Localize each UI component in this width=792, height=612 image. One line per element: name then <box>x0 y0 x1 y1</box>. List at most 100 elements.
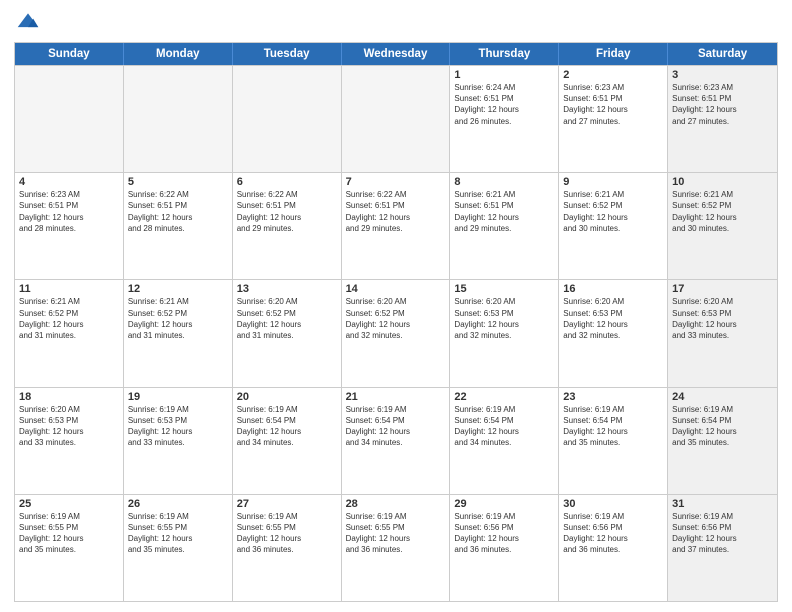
day-info: Sunrise: 6:19 AM Sunset: 6:54 PM Dayligh… <box>346 404 446 449</box>
calendar-cell: 3Sunrise: 6:23 AM Sunset: 6:51 PM Daylig… <box>668 66 777 172</box>
day-info: Sunrise: 6:22 AM Sunset: 6:51 PM Dayligh… <box>128 189 228 234</box>
calendar-cell: 4Sunrise: 6:23 AM Sunset: 6:51 PM Daylig… <box>15 173 124 279</box>
day-number: 15 <box>454 283 554 295</box>
day-info: Sunrise: 6:24 AM Sunset: 6:51 PM Dayligh… <box>454 82 554 127</box>
day-info: Sunrise: 6:20 AM Sunset: 6:52 PM Dayligh… <box>237 296 337 341</box>
day-number: 3 <box>672 69 773 81</box>
calendar-cell: 25Sunrise: 6:19 AM Sunset: 6:55 PM Dayli… <box>15 495 124 601</box>
day-info: Sunrise: 6:19 AM Sunset: 6:56 PM Dayligh… <box>563 511 663 556</box>
day-number: 12 <box>128 283 228 295</box>
calendar-row-2: 4Sunrise: 6:23 AM Sunset: 6:51 PM Daylig… <box>15 172 777 279</box>
calendar-cell <box>342 66 451 172</box>
calendar-cell: 16Sunrise: 6:20 AM Sunset: 6:53 PM Dayli… <box>559 280 668 386</box>
day-info: Sunrise: 6:19 AM Sunset: 6:54 PM Dayligh… <box>563 404 663 449</box>
day-number: 4 <box>19 176 119 188</box>
day-number: 11 <box>19 283 119 295</box>
calendar-cell: 26Sunrise: 6:19 AM Sunset: 6:55 PM Dayli… <box>124 495 233 601</box>
day-number: 21 <box>346 391 446 403</box>
day-number: 31 <box>672 498 773 510</box>
day-info: Sunrise: 6:20 AM Sunset: 6:53 PM Dayligh… <box>672 296 773 341</box>
day-number: 20 <box>237 391 337 403</box>
day-number: 9 <box>563 176 663 188</box>
day-info: Sunrise: 6:20 AM Sunset: 6:53 PM Dayligh… <box>19 404 119 449</box>
calendar-cell: 27Sunrise: 6:19 AM Sunset: 6:55 PM Dayli… <box>233 495 342 601</box>
page-header <box>14 10 778 34</box>
day-number: 7 <box>346 176 446 188</box>
calendar: SundayMondayTuesdayWednesdayThursdayFrid… <box>14 42 778 602</box>
day-info: Sunrise: 6:19 AM Sunset: 6:54 PM Dayligh… <box>237 404 337 449</box>
header-cell-thursday: Thursday <box>450 43 559 65</box>
calendar-cell: 31Sunrise: 6:19 AM Sunset: 6:56 PM Dayli… <box>668 495 777 601</box>
day-info: Sunrise: 6:19 AM Sunset: 6:55 PM Dayligh… <box>237 511 337 556</box>
day-number: 29 <box>454 498 554 510</box>
day-number: 23 <box>563 391 663 403</box>
header-cell-saturday: Saturday <box>668 43 777 65</box>
calendar-header: SundayMondayTuesdayWednesdayThursdayFrid… <box>15 43 777 65</box>
header-cell-tuesday: Tuesday <box>233 43 342 65</box>
day-info: Sunrise: 6:23 AM Sunset: 6:51 PM Dayligh… <box>563 82 663 127</box>
day-info: Sunrise: 6:21 AM Sunset: 6:52 PM Dayligh… <box>128 296 228 341</box>
day-info: Sunrise: 6:21 AM Sunset: 6:51 PM Dayligh… <box>454 189 554 234</box>
calendar-cell: 7Sunrise: 6:22 AM Sunset: 6:51 PM Daylig… <box>342 173 451 279</box>
day-info: Sunrise: 6:19 AM Sunset: 6:54 PM Dayligh… <box>672 404 773 449</box>
day-info: Sunrise: 6:22 AM Sunset: 6:51 PM Dayligh… <box>346 189 446 234</box>
logo-icon <box>16 10 40 34</box>
day-info: Sunrise: 6:19 AM Sunset: 6:55 PM Dayligh… <box>128 511 228 556</box>
calendar-cell <box>15 66 124 172</box>
calendar-cell: 6Sunrise: 6:22 AM Sunset: 6:51 PM Daylig… <box>233 173 342 279</box>
calendar-cell: 8Sunrise: 6:21 AM Sunset: 6:51 PM Daylig… <box>450 173 559 279</box>
day-info: Sunrise: 6:19 AM Sunset: 6:56 PM Dayligh… <box>672 511 773 556</box>
calendar-cell: 23Sunrise: 6:19 AM Sunset: 6:54 PM Dayli… <box>559 388 668 494</box>
day-number: 5 <box>128 176 228 188</box>
day-info: Sunrise: 6:23 AM Sunset: 6:51 PM Dayligh… <box>672 82 773 127</box>
day-info: Sunrise: 6:23 AM Sunset: 6:51 PM Dayligh… <box>19 189 119 234</box>
calendar-row-3: 11Sunrise: 6:21 AM Sunset: 6:52 PM Dayli… <box>15 279 777 386</box>
header-cell-sunday: Sunday <box>15 43 124 65</box>
day-number: 18 <box>19 391 119 403</box>
day-number: 25 <box>19 498 119 510</box>
day-info: Sunrise: 6:21 AM Sunset: 6:52 PM Dayligh… <box>563 189 663 234</box>
day-info: Sunrise: 6:19 AM Sunset: 6:54 PM Dayligh… <box>454 404 554 449</box>
page-container: SundayMondayTuesdayWednesdayThursdayFrid… <box>0 0 792 612</box>
calendar-cell: 18Sunrise: 6:20 AM Sunset: 6:53 PM Dayli… <box>15 388 124 494</box>
day-number: 27 <box>237 498 337 510</box>
day-number: 26 <box>128 498 228 510</box>
day-number: 13 <box>237 283 337 295</box>
day-number: 8 <box>454 176 554 188</box>
calendar-cell: 12Sunrise: 6:21 AM Sunset: 6:52 PM Dayli… <box>124 280 233 386</box>
logo <box>14 10 40 34</box>
day-number: 6 <box>237 176 337 188</box>
day-info: Sunrise: 6:20 AM Sunset: 6:53 PM Dayligh… <box>454 296 554 341</box>
calendar-cell: 1Sunrise: 6:24 AM Sunset: 6:51 PM Daylig… <box>450 66 559 172</box>
header-cell-wednesday: Wednesday <box>342 43 451 65</box>
day-info: Sunrise: 6:21 AM Sunset: 6:52 PM Dayligh… <box>19 296 119 341</box>
day-number: 17 <box>672 283 773 295</box>
calendar-cell: 22Sunrise: 6:19 AM Sunset: 6:54 PM Dayli… <box>450 388 559 494</box>
calendar-body: 1Sunrise: 6:24 AM Sunset: 6:51 PM Daylig… <box>15 65 777 601</box>
calendar-cell <box>124 66 233 172</box>
calendar-cell: 15Sunrise: 6:20 AM Sunset: 6:53 PM Dayli… <box>450 280 559 386</box>
calendar-cell: 2Sunrise: 6:23 AM Sunset: 6:51 PM Daylig… <box>559 66 668 172</box>
day-number: 10 <box>672 176 773 188</box>
header-cell-monday: Monday <box>124 43 233 65</box>
day-number: 24 <box>672 391 773 403</box>
header-cell-friday: Friday <box>559 43 668 65</box>
calendar-cell: 24Sunrise: 6:19 AM Sunset: 6:54 PM Dayli… <box>668 388 777 494</box>
day-number: 14 <box>346 283 446 295</box>
calendar-cell: 14Sunrise: 6:20 AM Sunset: 6:52 PM Dayli… <box>342 280 451 386</box>
day-info: Sunrise: 6:20 AM Sunset: 6:52 PM Dayligh… <box>346 296 446 341</box>
calendar-cell <box>233 66 342 172</box>
day-info: Sunrise: 6:19 AM Sunset: 6:55 PM Dayligh… <box>19 511 119 556</box>
calendar-cell: 13Sunrise: 6:20 AM Sunset: 6:52 PM Dayli… <box>233 280 342 386</box>
day-number: 30 <box>563 498 663 510</box>
day-number: 22 <box>454 391 554 403</box>
calendar-row-5: 25Sunrise: 6:19 AM Sunset: 6:55 PM Dayli… <box>15 494 777 601</box>
calendar-cell: 21Sunrise: 6:19 AM Sunset: 6:54 PM Dayli… <box>342 388 451 494</box>
calendar-cell: 20Sunrise: 6:19 AM Sunset: 6:54 PM Dayli… <box>233 388 342 494</box>
calendar-cell: 10Sunrise: 6:21 AM Sunset: 6:52 PM Dayli… <box>668 173 777 279</box>
day-info: Sunrise: 6:19 AM Sunset: 6:56 PM Dayligh… <box>454 511 554 556</box>
calendar-cell: 19Sunrise: 6:19 AM Sunset: 6:53 PM Dayli… <box>124 388 233 494</box>
day-number: 19 <box>128 391 228 403</box>
day-info: Sunrise: 6:22 AM Sunset: 6:51 PM Dayligh… <box>237 189 337 234</box>
calendar-cell: 17Sunrise: 6:20 AM Sunset: 6:53 PM Dayli… <box>668 280 777 386</box>
